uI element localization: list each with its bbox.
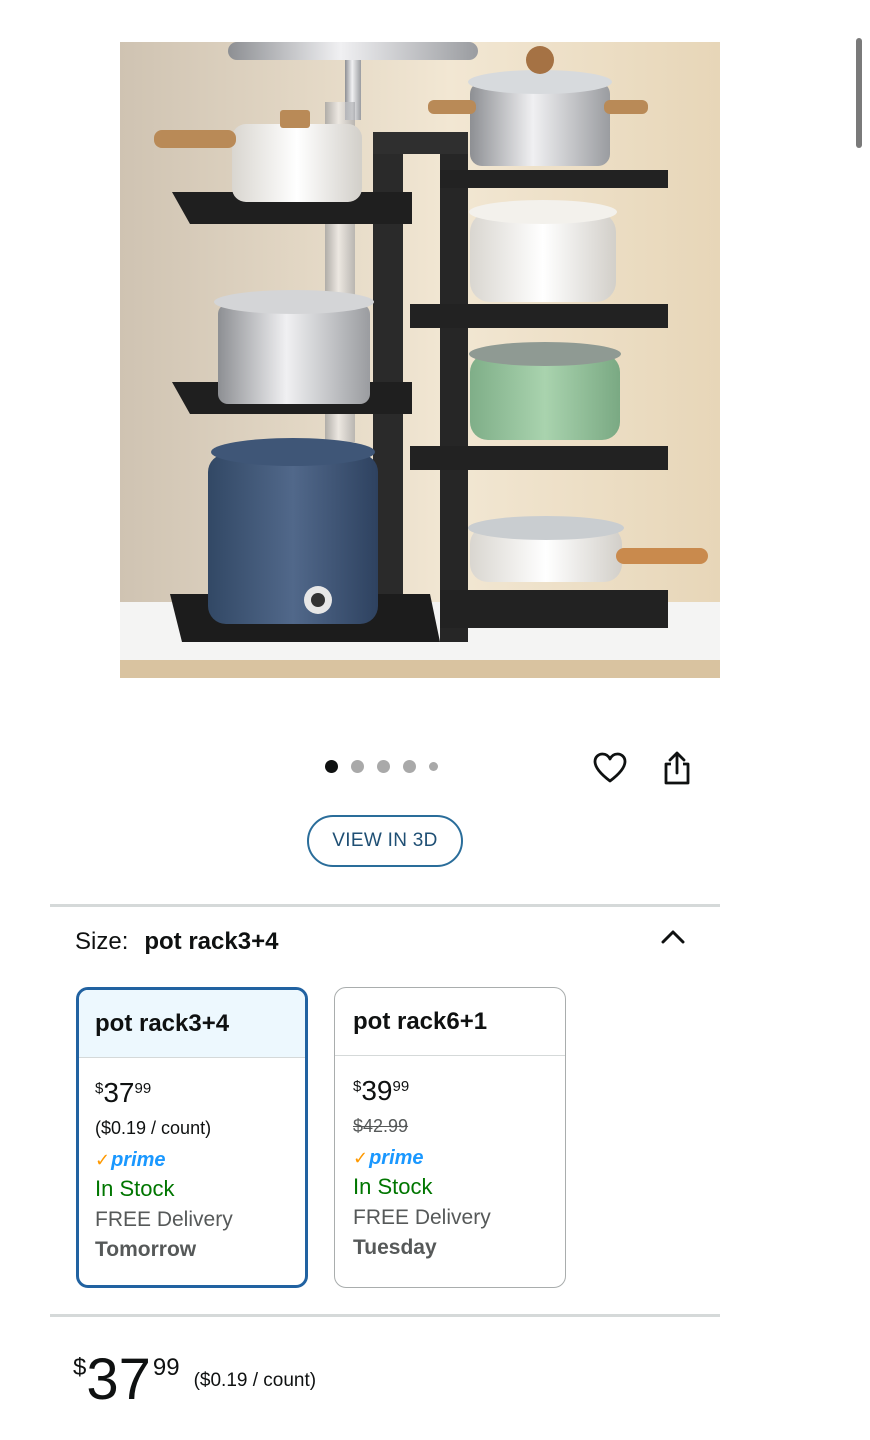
price-whole: 37 (86, 1347, 151, 1412)
delivery-day: Tomorrow (95, 1238, 197, 1261)
view-in-3d-button[interactable]: VIEW IN 3D (307, 815, 463, 867)
carousel-dot-2[interactable] (351, 760, 364, 773)
option-unit-price: ($0.19 / count) (95, 1118, 212, 1138)
option-title: pot rack6+1 (335, 988, 565, 1056)
product-image[interactable] (120, 42, 720, 678)
option-list-price: $42.99 (353, 1116, 409, 1136)
delivery-text: FREE Delivery (353, 1206, 491, 1229)
size-option-pot-rack3-4[interactable]: pot rack3+4 $37 99 ($0.19 / count) ✓ prime… (76, 987, 308, 1288)
carousel-dot-3[interactable] (377, 760, 390, 773)
divider (50, 904, 720, 907)
availability-status: In Stock (95, 1176, 175, 1201)
carousel-dot-5[interactable] (429, 762, 438, 771)
chevron-up-icon[interactable] (655, 922, 691, 952)
option-price: $37 99 (95, 1077, 152, 1108)
prime-check-icon: ✓ (95, 1149, 111, 1170)
delivery-text: FREE Delivery (95, 1208, 233, 1231)
share-icon[interactable] (657, 748, 697, 788)
size-option-pot-rack6-1[interactable]: pot rack6+1 $39 99 $42.99 ✓ prime In Stock… (334, 987, 566, 1288)
option-price: $39 99 (353, 1075, 410, 1106)
product-price: $ 37 99 ($0.19 / count) (73, 1348, 316, 1412)
scrollbar[interactable] (856, 38, 862, 148)
prime-badge: ✓ prime (353, 1146, 424, 1169)
option-title: pot rack3+4 (79, 990, 305, 1058)
size-label: Size: (75, 928, 129, 955)
prime-badge: ✓ prime (95, 1148, 166, 1171)
price-currency: $ (73, 1354, 87, 1381)
heart-icon[interactable] (590, 748, 630, 788)
price-fraction: 99 (152, 1354, 180, 1381)
divider (50, 1314, 720, 1317)
availability-status: In Stock (353, 1174, 433, 1199)
size-selector-header[interactable]: Size: pot rack3+4 (75, 928, 278, 956)
price-per-unit: ($0.19 / count) (193, 1370, 317, 1391)
prime-check-icon: ✓ (353, 1147, 369, 1168)
carousel-dot-1[interactable] (325, 760, 338, 773)
image-carousel-dots[interactable] (325, 760, 438, 773)
delivery-day: Tuesday (353, 1236, 437, 1259)
carousel-dot-4[interactable] (403, 760, 416, 773)
size-selected-value: pot rack3+4 (144, 928, 279, 955)
